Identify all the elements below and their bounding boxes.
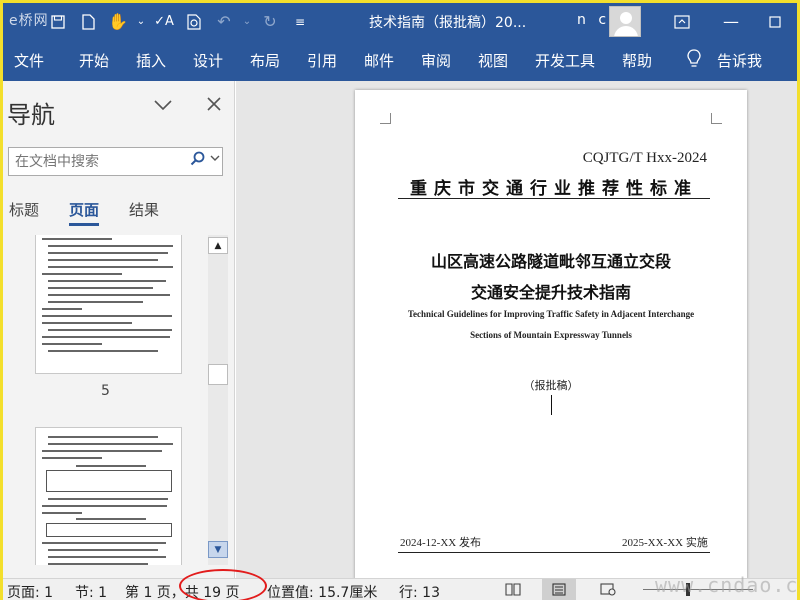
chevron-down-icon[interactable]: ⌄ xyxy=(133,3,149,40)
doc-title-en-line1: Technical Guidelines for Improving Traff… xyxy=(407,309,695,319)
document-title: 技术指南（报批稿）20... xyxy=(369,15,527,31)
status-section[interactable]: 节: 1 xyxy=(75,582,107,600)
tab-developer[interactable]: 开发工具 xyxy=(535,50,595,71)
scrollbar-thumb[interactable] xyxy=(208,364,228,385)
footer-rule xyxy=(398,552,710,553)
print-preview-icon[interactable] xyxy=(179,3,209,40)
scroll-down-icon[interactable]: ▼ xyxy=(208,541,228,558)
tab-review[interactable]: 审阅 xyxy=(421,50,451,71)
search-input[interactable] xyxy=(15,151,185,172)
undo-dropdown-icon[interactable]: ⌄ xyxy=(239,3,255,40)
document-page[interactable]: CQJTG/T Hxx-2024 重庆市交通行业推荐性标准 山区高速公路隧道毗邻… xyxy=(355,90,747,578)
ribbon-tabs: 文件 开始 插入 设计 布局 引用 邮件 审阅 视图 开发工具 帮助 告诉我 xyxy=(3,40,797,81)
lightbulb-icon[interactable] xyxy=(686,49,702,74)
highlight-annotation-oval xyxy=(179,569,267,600)
page-thumbnail[interactable] xyxy=(35,235,182,374)
doc-title-line1: 山区高速公路隧道毗邻互通立交段 xyxy=(430,252,671,271)
doc-title-line2: 交通安全提升技术指南 xyxy=(470,283,631,302)
tab-home[interactable]: 开始 xyxy=(79,50,109,71)
title-bar: e桥网 ✋ ⌄ ✓A ↶ ⌄ ↻ ≡ 技术指南（报批稿）20... n c — xyxy=(3,3,797,40)
save-icon[interactable] xyxy=(43,3,73,40)
search-options-chevron-icon[interactable] xyxy=(210,154,220,165)
status-line[interactable]: 行: 13 xyxy=(399,582,440,600)
tell-me-search[interactable]: 告诉我 xyxy=(717,50,762,71)
tab-view[interactable]: 视图 xyxy=(478,50,508,71)
tab-results[interactable]: 结果 xyxy=(129,199,159,220)
active-tab-indicator xyxy=(69,223,99,226)
doc-title-en-line2: Sections of Mountain Expressway Tunnels xyxy=(470,330,632,340)
tab-headings[interactable]: 标题 xyxy=(9,199,39,220)
tab-insert[interactable]: 插入 xyxy=(136,50,166,71)
print-layout-icon[interactable] xyxy=(542,579,576,600)
new-doc-icon[interactable] xyxy=(73,3,103,40)
tab-help[interactable]: 帮助 xyxy=(622,50,652,71)
thumbnail-scrollbar[interactable] xyxy=(208,235,228,565)
page-number-label: 5 xyxy=(101,383,110,399)
site-watermark: www.cndao.com xyxy=(655,573,800,597)
standard-code: CQJTG/T Hxx-2024 xyxy=(582,150,707,166)
tab-references[interactable]: 引用 xyxy=(307,50,337,71)
tab-pages[interactable]: 页面 xyxy=(69,199,99,220)
nav-title: 导航 xyxy=(7,101,55,129)
document-canvas[interactable]: CQJTG/T Hxx-2024 重庆市交通行业推荐性标准 山区高速公路隧道毗邻… xyxy=(236,81,797,578)
avatar[interactable] xyxy=(609,6,641,37)
tab-design[interactable]: 设计 xyxy=(193,50,223,71)
touch-mode-icon[interactable]: ✋ xyxy=(103,3,133,40)
close-icon[interactable] xyxy=(207,95,221,116)
tab-file[interactable]: 文件 xyxy=(14,50,44,71)
standard-type: 重庆市交通行业推荐性标准 xyxy=(410,179,698,199)
ribbon-display-icon[interactable] xyxy=(660,3,704,40)
draft-status: （报批稿） xyxy=(523,379,579,392)
redo-icon[interactable]: ↻ xyxy=(255,3,285,40)
spelling-icon[interactable]: ✓A xyxy=(149,3,179,40)
maximize-icon[interactable] xyxy=(753,3,797,40)
page-thumbnail[interactable] xyxy=(35,427,182,565)
text-cursor xyxy=(551,395,552,415)
crop-mark xyxy=(711,113,722,124)
undo-icon[interactable]: ↶ xyxy=(209,3,239,40)
scroll-up-icon[interactable]: ▲ xyxy=(208,237,228,254)
user-initials[interactable]: n c xyxy=(577,12,610,28)
read-mode-icon[interactable] xyxy=(496,579,530,600)
web-layout-icon[interactable] xyxy=(591,579,625,600)
nav-options-chevron-icon[interactable] xyxy=(154,95,172,116)
tab-mailings[interactable]: 邮件 xyxy=(364,50,394,71)
status-position[interactable]: 位置值: 15.7厘米 xyxy=(267,582,377,600)
implement-date: 2025-XX-XX 实施 xyxy=(622,537,708,549)
navigation-pane: 导航 标题 页面 结果 xyxy=(3,81,235,578)
publish-date: 2024-12-XX 发布 xyxy=(400,537,481,549)
crop-mark xyxy=(380,113,391,124)
tab-layout[interactable]: 布局 xyxy=(250,50,280,71)
page-thumbnails: 5 xyxy=(3,235,235,565)
status-page[interactable]: 页面: 1 xyxy=(7,582,53,600)
quick-access-toolbar: ✋ ⌄ ✓A ↶ ⌄ ↻ ≡ xyxy=(43,3,315,40)
search-icon[interactable] xyxy=(190,151,205,170)
header-rule xyxy=(398,198,710,199)
nav-search-box[interactable] xyxy=(8,147,223,176)
minimize-icon[interactable]: — xyxy=(709,3,753,40)
customize-qa-icon[interactable]: ≡ xyxy=(285,3,315,40)
